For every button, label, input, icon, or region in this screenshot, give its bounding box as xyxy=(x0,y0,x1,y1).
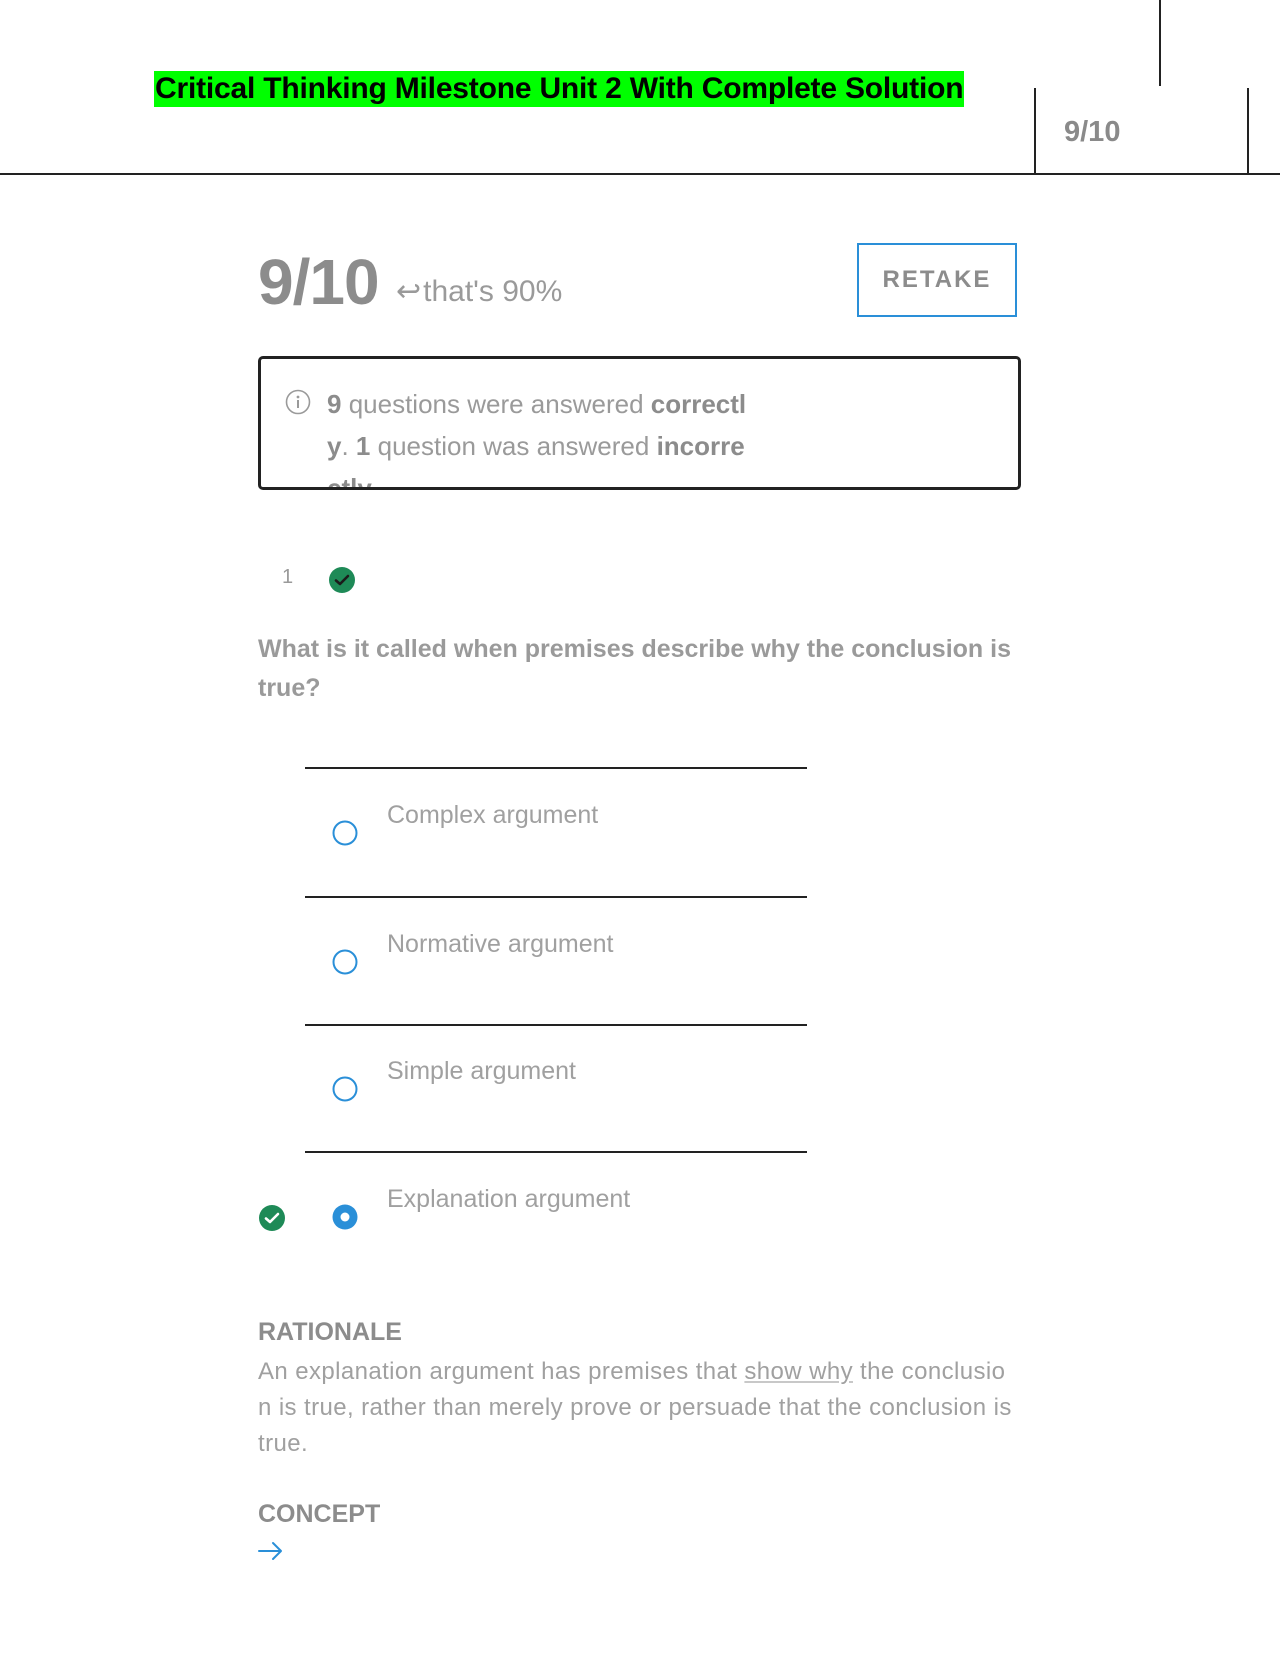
header-divider-vertical-left xyxy=(1034,88,1036,174)
percent-label: ↩that's 90% xyxy=(396,272,562,312)
option-divider xyxy=(305,1024,807,1026)
question-text: What is it called when premises describe… xyxy=(258,635,1011,702)
results-summary-text: 9 questions were answered correctly. 1 q… xyxy=(327,383,757,487)
rationale-text: An explanation argument has premises tha… xyxy=(258,1358,1012,1457)
radio-unselected-icon[interactable] xyxy=(332,1076,358,1102)
arrow-right-icon[interactable] xyxy=(257,1540,285,1562)
rationale-heading: RATIONALE xyxy=(258,1318,402,1346)
option-label: Explanation argument xyxy=(387,1185,631,1213)
correct-answer-check-icon xyxy=(259,1205,285,1231)
option-label: Complex argument xyxy=(387,801,599,829)
option-divider xyxy=(305,767,807,769)
header-divider-vertical-right xyxy=(1247,88,1249,174)
document-title: Critical Thinking Milestone Unit 2 With … xyxy=(154,71,965,107)
percent-text: that's 90% xyxy=(423,275,563,308)
results-summary-box: 9 questions were answered correctly. 1 q… xyxy=(258,356,1021,490)
correct-count: 9 xyxy=(327,389,342,419)
header-divider-vertical-top xyxy=(1159,0,1161,86)
radio-unselected-icon[interactable] xyxy=(332,820,358,846)
option-divider xyxy=(305,1151,807,1153)
header-divider-horizontal xyxy=(0,173,1280,175)
header-score: 9/10 xyxy=(1064,116,1121,148)
curved-arrow-left-icon: ↩ xyxy=(396,275,422,308)
option-label: Simple argument xyxy=(387,1057,576,1085)
radio-selected-icon[interactable] xyxy=(332,1204,358,1230)
retake-button[interactable]: RETAKE xyxy=(857,243,1017,317)
question-correct-check-icon xyxy=(329,567,355,593)
info-icon xyxy=(285,389,311,415)
question-number: 1 xyxy=(282,566,294,588)
incorrect-count: 1 xyxy=(355,431,371,461)
concept-heading: CONCEPT xyxy=(258,1500,381,1528)
option-divider xyxy=(305,896,807,898)
quiz-score: 9/10 xyxy=(258,246,380,318)
radio-unselected-icon[interactable] xyxy=(332,949,358,975)
option-label: Normative argument xyxy=(387,930,614,958)
